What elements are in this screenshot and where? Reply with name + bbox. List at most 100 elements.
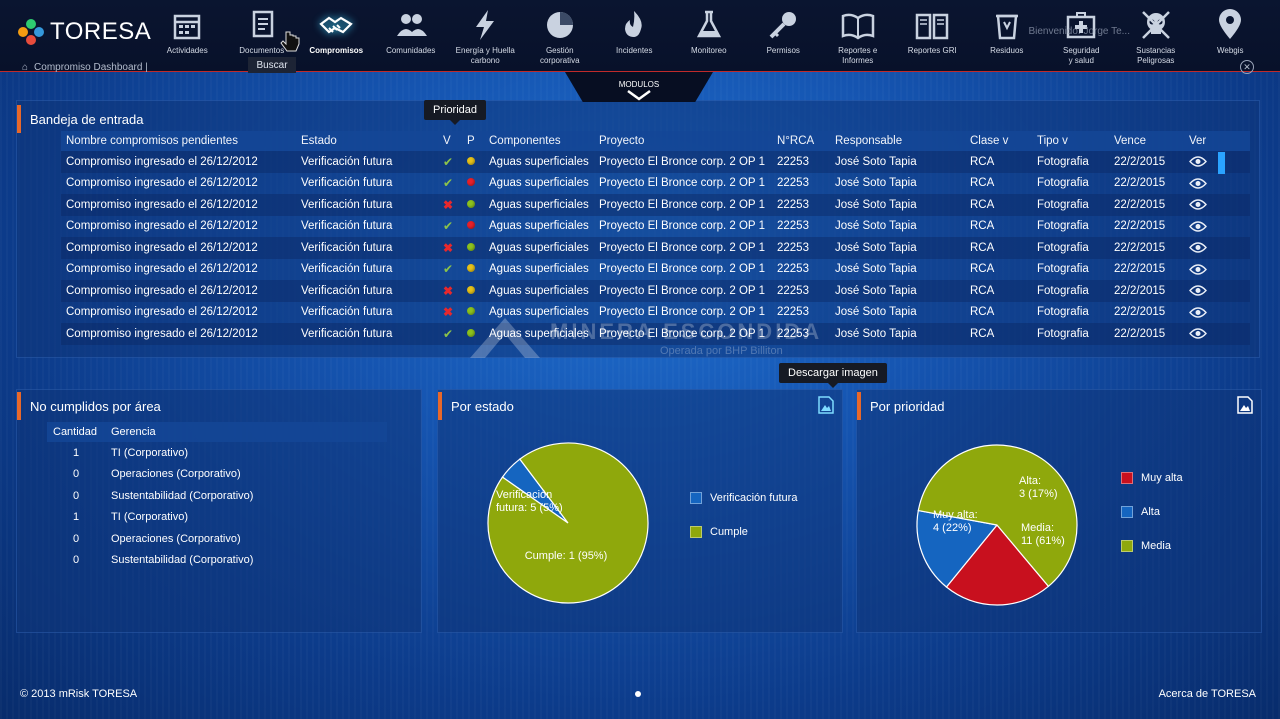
app-logo[interactable]: TORESA <box>18 18 151 46</box>
nav-label: Sustancias Peligrosas <box>1136 46 1176 65</box>
slice-data-label: futura: 5 (5%) <box>496 502 563 514</box>
nav-label: Residuos <box>990 46 1024 55</box>
cell-rca: 22253 <box>772 194 830 216</box>
legend-swatch <box>1121 506 1133 518</box>
area-panel: No cumplidos por área Cantidad Gerencia … <box>16 389 422 633</box>
nav-label: Comunidades <box>386 46 436 55</box>
table-row[interactable]: Compromiso ingresado el 26/12/2012 Verifi… <box>61 194 1250 216</box>
bin-icon <box>990 6 1024 44</box>
cell-nombre: Compromiso ingresado el 26/12/2012 <box>66 177 258 190</box>
legend-item[interactable]: Verificación futura <box>690 481 797 515</box>
legend-swatch <box>690 492 702 504</box>
nav-label: Incidentes <box>616 46 653 55</box>
cell-tipo: Fotografia <box>1037 220 1089 233</box>
nav-item-webgis[interactable]: Webgis <box>1193 6 1268 66</box>
view-button[interactable] <box>1184 280 1250 302</box>
legend-item[interactable]: Cumple <box>690 515 797 549</box>
cell-rca: 22253 <box>777 263 809 276</box>
people-icon <box>394 6 428 44</box>
legend-item[interactable]: Alta <box>1121 495 1183 529</box>
cell-responsable: José Soto Tapia <box>830 194 965 216</box>
view-button[interactable] <box>1184 151 1250 173</box>
column-header: Estado <box>296 131 438 151</box>
verified-check-icon: ✔ <box>443 262 454 277</box>
view-button[interactable] <box>1184 173 1250 195</box>
cell-estado: Verificación futura <box>301 306 393 319</box>
about-link[interactable]: Acerca de TORESA <box>1159 688 1256 700</box>
priority-cell <box>462 194 484 216</box>
modules-toggle[interactable]: MODULOS <box>565 72 713 102</box>
table-row[interactable]: Compromiso ingresado el 26/12/2012 Verifi… <box>61 237 1250 259</box>
nav-item-actividades[interactable]: Actividades <box>150 6 225 66</box>
first-aid-icon <box>1064 6 1098 44</box>
table-row[interactable]: Compromiso ingresado el 26/12/2012 Verifi… <box>61 151 1250 173</box>
cell-estado: Verificación futura <box>296 237 438 259</box>
nav-item-energ-a-y-huella[interactable]: Energía y Huella carbono <box>448 6 523 66</box>
close-icon[interactable]: ✕ <box>1240 60 1254 74</box>
cell-rca: 22253 <box>772 151 830 173</box>
view-button[interactable] <box>1184 259 1250 281</box>
cell-vence: 22/2/2015 <box>1114 177 1166 190</box>
estado-legend: Verificación futura Cumple <box>690 481 797 549</box>
column-header: Nombre compromisos pendientes <box>61 131 296 151</box>
priority-dot-icon <box>467 307 475 316</box>
table-row[interactable]: Compromiso ingresado el 26/12/2012 Verifi… <box>61 259 1250 281</box>
column-header[interactable]: Tipo v <box>1032 131 1109 151</box>
nav-item-comunidades[interactable]: Comunidades <box>374 6 449 66</box>
logo-mark-icon <box>18 19 44 45</box>
table-row[interactable]: Compromiso ingresado el 26/12/2012 Verifi… <box>61 216 1250 238</box>
nav-item-compromisos[interactable]: Compromisos <box>299 6 374 66</box>
key-icon <box>766 6 800 44</box>
download-tooltip: Descargar imagen <box>779 363 887 388</box>
fire-icon <box>617 6 651 44</box>
view-button[interactable] <box>1184 323 1250 345</box>
cell-responsable: José Soto Tapia <box>835 306 917 319</box>
cell-nombre: Compromiso ingresado el 26/12/2012 <box>61 194 296 216</box>
page-indicator-dot[interactable] <box>635 691 641 697</box>
home-icon[interactable]: ⌂ <box>22 62 28 73</box>
legend-label: Verificación futura <box>710 492 798 504</box>
nav-label: Webgis <box>1216 46 1244 55</box>
cross-icon: ✖ <box>438 237 462 259</box>
prioridad-legend: Muy alta Alta Media <box>1121 461 1183 563</box>
nav-item-gesti-n[interactable]: Gestión corporativa <box>523 6 598 66</box>
nav-item-reportes-e[interactable]: Reportes e Informes <box>821 6 896 66</box>
handshake-icon <box>319 6 354 44</box>
cell-responsable: José Soto Tapia <box>830 151 965 173</box>
column-header: Proyecto <box>594 131 772 151</box>
cell-cantidad: 0 <box>72 554 80 567</box>
slice-data-label: Cumple: 1 (95%) <box>525 550 608 562</box>
view-button[interactable] <box>1184 237 1250 259</box>
cell-gerencia: TI (Corporativo) <box>111 511 189 524</box>
scrollbar-thumb[interactable] <box>1218 152 1225 174</box>
priority-cell <box>462 237 484 259</box>
cell-estado: Verificación futura <box>296 194 438 216</box>
column-header: Cantidad <box>47 422 105 442</box>
column-header[interactable]: Clase v <box>965 131 1032 151</box>
cell-clase: RCA <box>970 263 995 276</box>
legend-item[interactable]: Media <box>1121 529 1183 563</box>
check-icon: ✔ <box>438 323 462 345</box>
slice-data-label: Muy alta: <box>933 509 978 521</box>
priority-dot-icon <box>467 285 475 294</box>
cell-nombre: Compromiso ingresado el 26/12/2012 <box>66 306 258 319</box>
nav-item-reportes-gri[interactable]: Reportes GRI <box>895 6 970 66</box>
nav-item-incidentes[interactable]: Incidentes <box>597 6 672 66</box>
table-row: 0 Operaciones (Corporativo) <box>47 528 387 550</box>
cell-tipo: Fotografia <box>1032 237 1109 259</box>
cell-nombre: Compromiso ingresado el 26/12/2012 <box>66 220 258 233</box>
cell-estado: Verificación futura <box>301 177 393 190</box>
not-verified-x-icon: ✖ <box>443 197 454 212</box>
legend-item[interactable]: Muy alta <box>1121 461 1183 495</box>
column-header: Ver <box>1184 131 1250 151</box>
table-row[interactable]: Compromiso ingresado el 26/12/2012 Verifi… <box>61 173 1250 195</box>
view-button[interactable] <box>1184 194 1250 216</box>
view-button[interactable] <box>1184 302 1250 324</box>
table-row[interactable]: Compromiso ingresado el 26/12/2012 Verifi… <box>61 280 1250 302</box>
view-button[interactable] <box>1184 216 1250 238</box>
verified-check-icon: ✔ <box>443 154 454 169</box>
nav-item-monitoreo[interactable]: Monitoreo <box>672 6 747 66</box>
cell-clase: RCA <box>970 220 995 233</box>
cell-proyecto: Proyecto El Bronce corp. 2 OP 1 <box>594 194 772 216</box>
nav-item-permisos[interactable]: Permisos <box>746 6 821 66</box>
